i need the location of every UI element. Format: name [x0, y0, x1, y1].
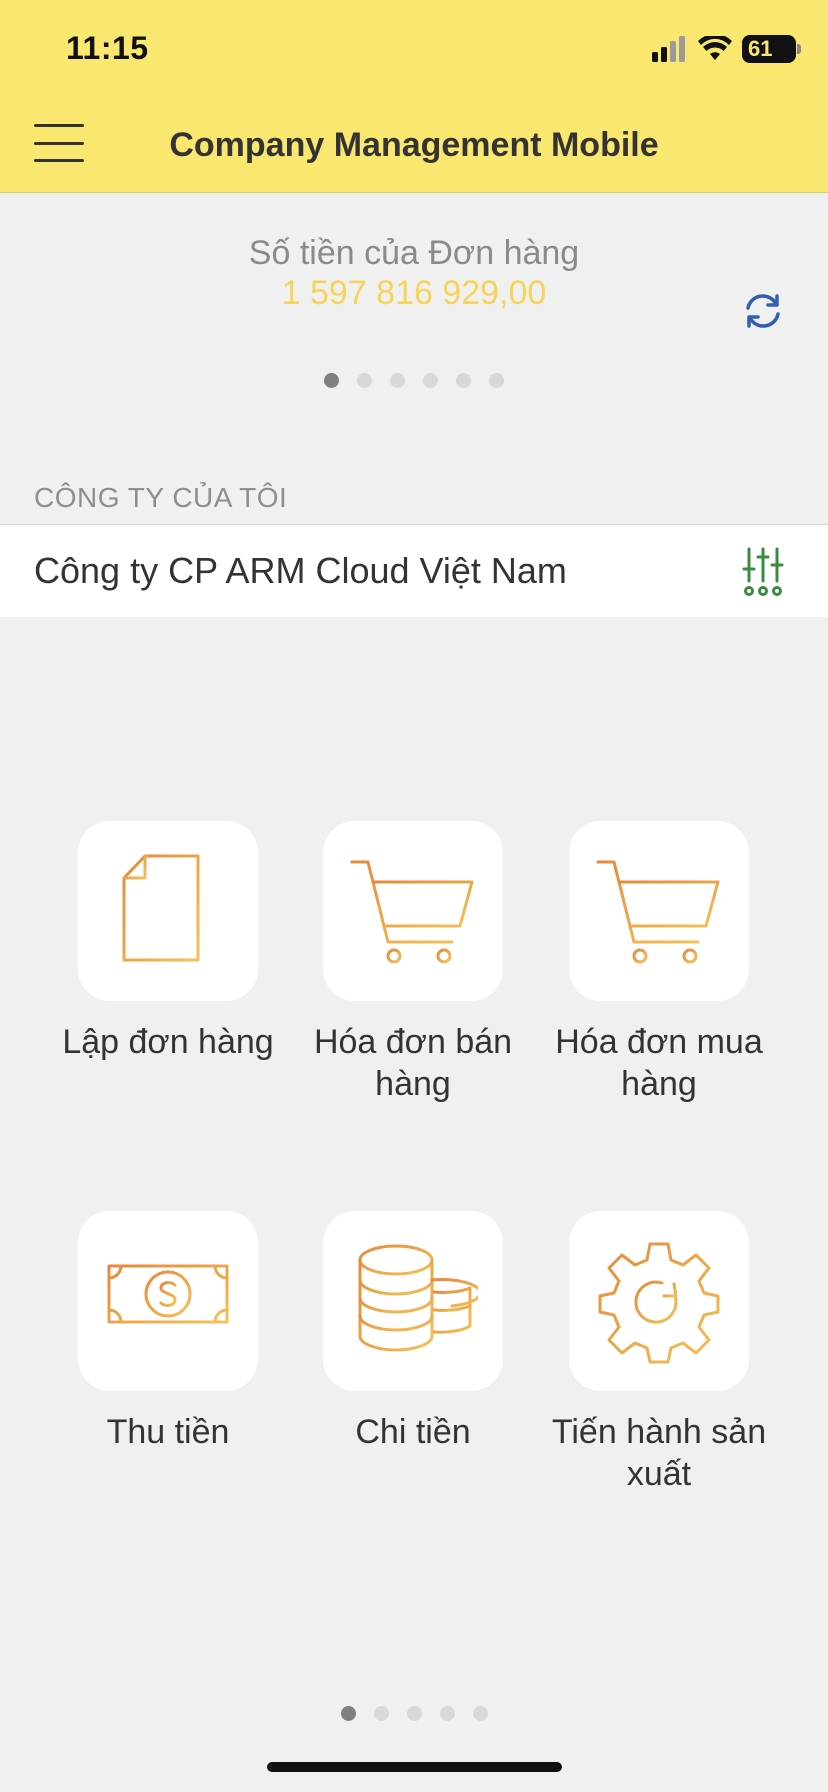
- home-indicator[interactable]: [267, 1762, 562, 1772]
- page-dot[interactable]: [439, 1706, 455, 1721]
- summary-pager[interactable]: [0, 373, 828, 388]
- tile[interactable]: [323, 1211, 503, 1391]
- page-dot[interactable]: [324, 373, 339, 388]
- status-time: 11:15: [66, 30, 149, 66]
- battery-icon: 61: [742, 35, 801, 63]
- grid-item-production[interactable]: Tiến hành sản xuất: [536, 1211, 782, 1495]
- tile[interactable]: [569, 1211, 749, 1391]
- grid-label: Lập đơn hàng: [62, 1023, 274, 1061]
- grid-label: Tiến hành sản xuất: [551, 1413, 767, 1493]
- tile[interactable]: [78, 1211, 258, 1391]
- grid-item-purchase-invoice[interactable]: Hóa đơn mua hàng: [536, 821, 782, 1105]
- cart-icon: [350, 860, 474, 964]
- app-header: 11:15 61 Company Management Mobile: [0, 0, 828, 193]
- tile[interactable]: [78, 821, 258, 1001]
- tile[interactable]: [569, 821, 749, 1001]
- page-dot[interactable]: [423, 373, 438, 388]
- coins-icon: [358, 1244, 478, 1352]
- battery-level: 61: [748, 36, 773, 61]
- wifi-icon: [698, 36, 732, 60]
- page-dot[interactable]: [472, 1706, 488, 1721]
- summary-card[interactable]: Số tiền của Đơn hàng 1 597 816 929,00: [0, 194, 828, 394]
- page-dot[interactable]: [406, 1706, 422, 1721]
- grid-label: Hóa đơn bán hàng: [313, 1023, 513, 1103]
- company-name: Công ty CP ARM Cloud Việt Nam: [34, 550, 567, 591]
- grid-label: Chi tiền: [355, 1413, 471, 1451]
- grid-item-payments[interactable]: Chi tiền: [290, 1211, 536, 1453]
- page-title: Company Management Mobile: [169, 126, 659, 164]
- status-icons: 61: [652, 34, 801, 64]
- page-dot[interactable]: [390, 373, 405, 388]
- document-icon: [122, 854, 200, 962]
- tile[interactable]: [323, 821, 503, 1001]
- grid-label: Hóa đơn mua hàng: [555, 1023, 763, 1103]
- summary-label: Số tiền của Đơn hàng: [248, 234, 580, 272]
- cash-icon: [107, 1256, 229, 1342]
- settings-sliders-icon[interactable]: [742, 547, 784, 597]
- app-screen: 11:15 61 Company Management Mobile Số ti…: [0, 0, 828, 1792]
- page-dot[interactable]: [357, 373, 372, 388]
- page-dot[interactable]: [456, 373, 471, 388]
- cart-icon: [596, 860, 720, 964]
- page-dot[interactable]: [489, 373, 504, 388]
- company-selector[interactable]: Công ty CP ARM Cloud Việt Nam: [0, 524, 828, 617]
- grid-item-create-order[interactable]: Lập đơn hàng: [45, 821, 291, 1063]
- grid-label: Thu tiền: [106, 1413, 230, 1451]
- summary-amount: 1 597 816 929,00: [281, 274, 547, 312]
- refresh-icon[interactable]: [740, 288, 786, 334]
- grid-pager[interactable]: [0, 1706, 828, 1721]
- page-dot[interactable]: [340, 1706, 356, 1721]
- grid-item-receipts[interactable]: Thu tiền: [45, 1211, 291, 1453]
- page-dot[interactable]: [373, 1706, 389, 1721]
- grid-item-sales-invoice[interactable]: Hóa đơn bán hàng: [290, 821, 536, 1105]
- section-label-my-company: CÔNG TY CỦA TÔI: [34, 482, 288, 513]
- signal-icon: [652, 36, 685, 62]
- gear-icon: [598, 1242, 720, 1364]
